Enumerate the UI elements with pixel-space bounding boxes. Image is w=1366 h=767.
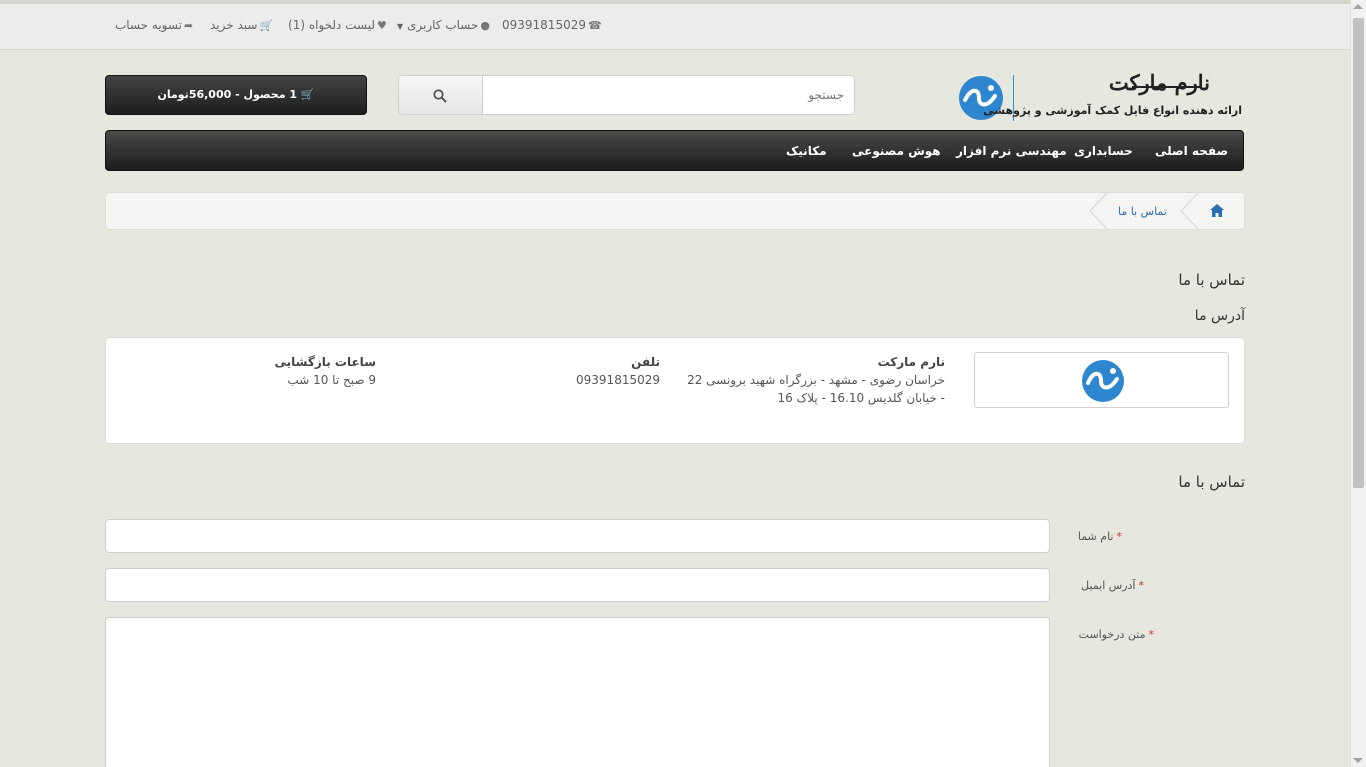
share-icon: ➦ — [183, 19, 194, 32]
breadcrumb-separator — [1089, 193, 1108, 229]
phone-title: تلفن — [631, 355, 660, 369]
message-label-text: متن درخواست — [1078, 628, 1146, 641]
hours-value: 9 صبح تا 10 شب — [287, 373, 376, 387]
address-line-1: خراسان رضوی - مشهد - بزرگراه شهید برونسی… — [687, 373, 945, 387]
nav-item-artificial-intelligence[interactable]: هوش مصنوعی — [852, 144, 941, 158]
store-name: نارم مارکت — [877, 355, 945, 369]
hours-column: ساعات بازگشایی 9 صبح تا 10 شب — [250, 353, 376, 389]
caret-down-icon: ▼ — [397, 22, 404, 31]
search-button[interactable] — [399, 76, 483, 114]
home-icon[interactable] — [1210, 204, 1224, 217]
search-icon — [433, 89, 447, 103]
vertical-scrollbar[interactable] — [1350, 0, 1366, 767]
cart-icon: 🛒 — [259, 19, 274, 32]
cart-button-icon: 🛒 — [300, 88, 315, 101]
top-cart-text: سبد خرید — [210, 18, 258, 32]
required-marker: * — [1138, 579, 1145, 592]
top-bar: ☎09391815029 ●حساب کاربری ▼ ♥لیست دلخواه… — [0, 0, 1350, 50]
address-column: نارم مارکت خراسان رضوی - مشهد - بزرگراه … — [680, 353, 945, 407]
logo-title-underline — [1132, 86, 1202, 88]
top-account-text: حساب کاربری — [406, 18, 479, 32]
top-account-dropdown[interactable]: ●حساب کاربری ▼ — [397, 18, 490, 32]
scroll-up-arrow-icon[interactable] — [1353, 4, 1363, 9]
scroll-thumb[interactable] — [1353, 18, 1364, 488]
phone-value: 09391815029 — [576, 373, 660, 387]
page-title: تماس با ما — [1178, 271, 1245, 289]
name-field[interactable] — [105, 519, 1050, 553]
address-line-2: - خیابان گلدیس 16.10 - پلاک 16 — [777, 391, 945, 405]
search-input[interactable] — [483, 76, 854, 114]
form-heading: تماس با ما — [1178, 473, 1245, 491]
phone-icon: ☎ — [587, 19, 602, 32]
user-icon: ● — [480, 19, 491, 32]
search-box — [398, 75, 855, 115]
nav-item-mechanics[interactable]: مکانیک — [786, 144, 827, 158]
store-logo-icon — [1082, 360, 1124, 402]
hours-title: ساعات بازگشایی — [274, 355, 376, 369]
name-label-text: نام شما — [1077, 530, 1114, 543]
top-checkout-link[interactable]: ➦تسویه حساب — [115, 18, 193, 32]
required-marker: * — [1148, 628, 1155, 641]
email-label-text: آدرس ایمیل — [1081, 579, 1136, 592]
heart-icon: ♥ — [376, 19, 387, 32]
email-label: *آدرس ایمیل — [1060, 579, 1144, 592]
top-checkout-text: تسویه حساب — [115, 18, 182, 32]
main-nav: صفحه اصلی حسابداری مهندسی نرم افزار هوش … — [105, 130, 1244, 171]
message-label: *متن درخواست — [1060, 628, 1154, 641]
nav-item-software-engineering[interactable]: مهندسی نرم افزار — [956, 144, 1067, 158]
breadcrumb-separator — [1180, 193, 1199, 229]
top-phone[interactable]: ☎09391815029 — [502, 18, 602, 32]
top-phone-text: 09391815029 — [502, 18, 586, 32]
address-heading: آدرس ما — [1194, 308, 1245, 324]
required-marker: * — [1116, 530, 1123, 543]
email-field[interactable] — [105, 568, 1050, 602]
top-cart-link[interactable]: 🛒سبد خرید — [210, 18, 273, 32]
nav-item-accounting[interactable]: حسابداری — [1074, 144, 1133, 158]
phone-column: تلفن 09391815029 — [540, 353, 660, 389]
cart-button[interactable]: 🛒 1 محصول - 56,000تومان — [105, 75, 367, 115]
message-textarea[interactable] — [105, 617, 1050, 767]
scroll-down-arrow-icon[interactable] — [1353, 758, 1363, 763]
breadcrumb-current[interactable]: تماس با ما — [1118, 205, 1167, 218]
top-wishlist-text: لیست دلخواه (1) — [288, 18, 375, 32]
store-logo-box — [974, 352, 1229, 408]
top-wishlist-link[interactable]: ♥لیست دلخواه (1) — [288, 18, 387, 32]
name-label: *نام شما — [1060, 530, 1122, 543]
logo-subtitle: ارائه دهنده انواع فایل کمک آموزشی و پژوه… — [983, 104, 1242, 117]
logo-title[interactable]: نارم مارکت — [1050, 70, 1210, 100]
breadcrumb: تماس با ما — [105, 192, 1245, 230]
nav-item-home[interactable]: صفحه اصلی — [1155, 144, 1228, 158]
cart-button-text: 1 محصول - 56,000تومان — [157, 88, 297, 101]
